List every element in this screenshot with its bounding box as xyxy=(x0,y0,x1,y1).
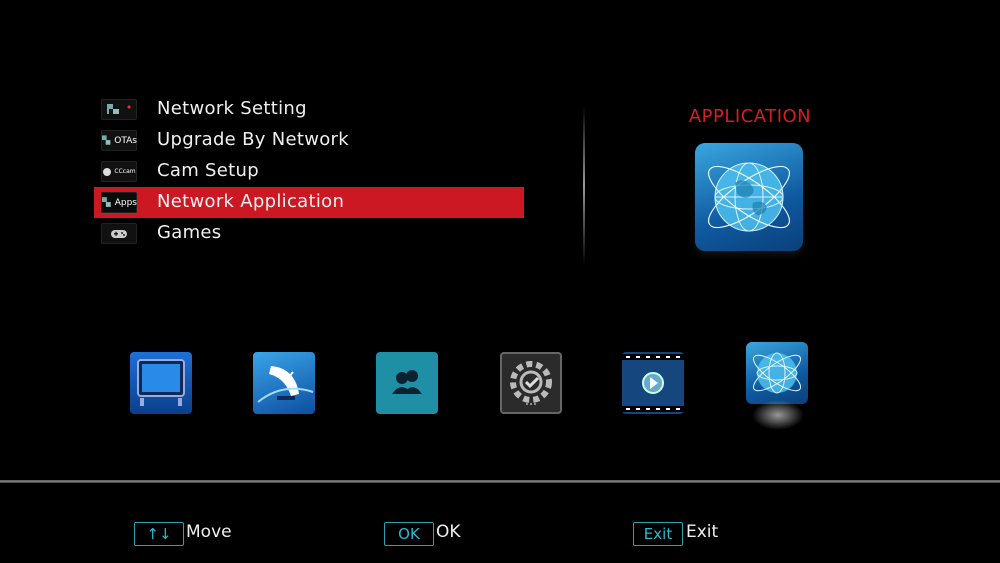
otas-icon: OTAs xyxy=(101,130,137,151)
menu-label: Games xyxy=(157,222,222,243)
menu-label: Network Setting xyxy=(157,98,307,119)
apps-icon-text: Apps xyxy=(114,197,137,208)
settings-menu: Network Setting OTAs Upgrade By Network … xyxy=(94,94,524,249)
cccam-icon: CCcam xyxy=(101,161,137,182)
globe-icon xyxy=(695,143,803,251)
exit-label: Exit xyxy=(686,522,719,542)
otas-icon-text: OTAs xyxy=(114,135,137,146)
satellite-icon[interactable] xyxy=(253,352,315,414)
selection-glow xyxy=(752,400,804,430)
main-menu-bar xyxy=(0,340,1000,430)
move-label: Move xyxy=(186,522,232,542)
menu-item-network-setting[interactable]: Network Setting xyxy=(94,94,524,125)
ok-label: OK xyxy=(436,522,461,542)
apps-icon: Apps xyxy=(101,192,137,213)
exit-key-hint: Exit xyxy=(633,522,683,546)
menu-item-cam-setup[interactable]: CCcam Cam Setup xyxy=(94,156,524,187)
media-icon[interactable] xyxy=(622,352,684,414)
menu-item-games[interactable]: Games xyxy=(94,218,524,249)
gamepad-icon xyxy=(101,223,137,244)
menu-item-upgrade-by-network[interactable]: OTAs Upgrade By Network xyxy=(94,125,524,156)
vertical-divider xyxy=(583,105,585,265)
cccam-icon-text: CCcam xyxy=(114,168,136,175)
menu-label: Cam Setup xyxy=(157,160,259,181)
gear-icon[interactable] xyxy=(500,352,562,414)
menu-label: Upgrade By Network xyxy=(157,129,349,150)
menu-label: Network Application xyxy=(157,191,345,212)
users-icon[interactable] xyxy=(376,352,438,414)
preview-title: APPLICATION xyxy=(688,106,812,127)
ok-key-hint: OK xyxy=(384,522,434,546)
globe-icon[interactable] xyxy=(746,342,808,404)
move-key-hint: ↑↓ xyxy=(134,522,184,546)
network-icon xyxy=(101,99,137,120)
menu-item-network-application[interactable]: Apps Network Application xyxy=(94,187,524,218)
tv-icon[interactable] xyxy=(130,352,192,414)
footer-divider xyxy=(0,480,1000,483)
